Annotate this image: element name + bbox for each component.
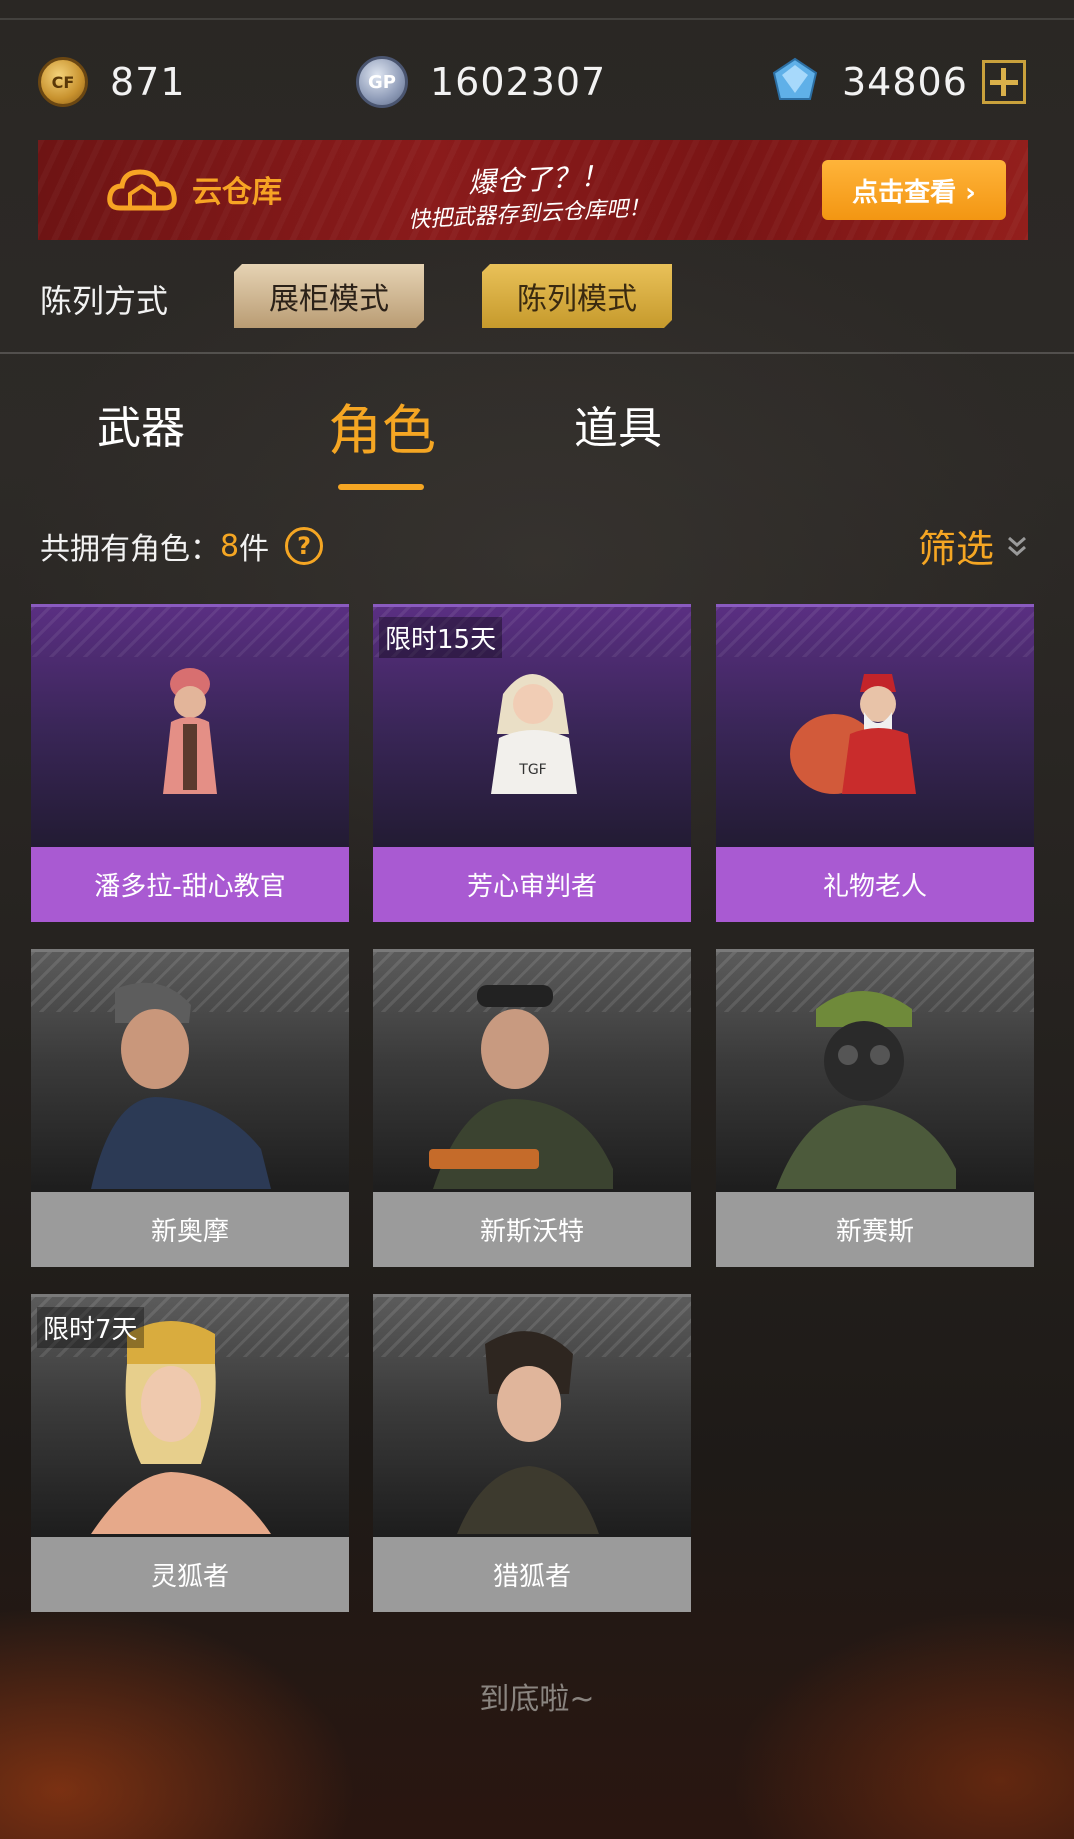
gp-amount: 1602307	[430, 60, 607, 104]
double-chevron-down-icon	[1006, 534, 1028, 558]
character-card-pandora[interactable]: 潘多拉-甜心教官	[31, 604, 349, 922]
character-card-gift-elder[interactable]: 礼物老人	[716, 604, 1034, 922]
character-name: 芳心审判者	[373, 847, 691, 922]
character-count: 共拥有角色： 8 件 ?	[40, 524, 324, 568]
count-unit: 件	[239, 532, 270, 567]
character-portrait	[91, 982, 271, 1189]
end-of-list-text: 到底啦~	[479, 1682, 595, 1717]
tab-weapons[interactable]: 武器	[97, 392, 185, 456]
gp-currency: GP 1602307	[356, 54, 606, 110]
character-art: TGF 限时15天	[373, 604, 691, 847]
count-number: 8	[220, 528, 240, 564]
character-art	[373, 949, 691, 1192]
help-icon[interactable]: ?	[285, 527, 324, 565]
filter-button[interactable]: 筛选	[918, 518, 1028, 573]
character-name: 猎狐者	[373, 1537, 691, 1612]
view-cloud-warehouse-button[interactable]: 点击查看 ›	[822, 160, 1006, 220]
cabinet-mode-button[interactable]: 展柜模式	[234, 264, 424, 328]
count-prefix: 共拥有角色：	[40, 532, 220, 567]
character-portrait	[429, 985, 613, 1189]
character-art: 限时7天	[31, 1294, 349, 1537]
character-portrait	[163, 668, 217, 794]
character-card-new-omo[interactable]: 新奥摩	[31, 949, 349, 1267]
section-divider	[0, 352, 1074, 354]
character-art	[31, 949, 349, 1192]
tab-characters[interactable]: 角色	[328, 386, 436, 465]
cloud-warehouse-banner[interactable]: 云仓库 爆仓了？！ 快把武器存到云仓库吧！ 点击查看 ›	[38, 140, 1028, 240]
tab-items[interactable]: 道具	[574, 392, 662, 456]
banner-message-line2: 快把武器存到云仓库吧！	[407, 195, 651, 234]
svg-text:TGF: TGF	[518, 762, 546, 778]
character-name: 新奥摩	[31, 1192, 349, 1267]
time-limit-tag: 限时15天	[379, 617, 503, 658]
banner-title: 云仓库	[192, 175, 282, 210]
arrangement-label: 陈列方式	[40, 282, 169, 320]
cloud-house-icon	[107, 169, 177, 211]
add-diamond-button[interactable]	[981, 60, 1026, 104]
character-art	[716, 949, 1034, 1192]
character-card-spirit-fox[interactable]: 限时7天 灵狐者	[31, 1294, 349, 1612]
character-name: 灵狐者	[31, 1537, 349, 1612]
diamond-amount: 34806	[842, 60, 968, 104]
active-tab-indicator	[338, 484, 424, 490]
filter-label: 筛选	[917, 527, 994, 571]
character-art	[716, 604, 1034, 847]
character-card-new-swat[interactable]: 新斯沃特	[373, 949, 691, 1267]
character-art	[31, 604, 349, 847]
character-name: 新斯沃特	[373, 1192, 691, 1267]
gp-coin-icon: GP	[356, 56, 408, 108]
character-name: 潘多拉-甜心教官	[31, 847, 349, 922]
cf-amount: 871	[110, 60, 186, 104]
character-name: 礼物老人	[716, 847, 1034, 922]
list-mode-button[interactable]: 陈列模式	[482, 264, 672, 328]
character-portrait	[457, 1331, 599, 1534]
character-name: 新赛斯	[716, 1192, 1034, 1267]
character-portrait	[776, 991, 956, 1189]
character-art	[373, 1294, 691, 1537]
diamond-icon	[770, 57, 820, 107]
cloud-warehouse-logo: 云仓库	[106, 162, 282, 216]
diamond-currency: 34806	[770, 54, 1026, 110]
character-card-fox-hunter[interactable]: 猎狐者	[373, 1294, 691, 1612]
character-card-new-seth[interactable]: 新赛斯	[716, 949, 1034, 1267]
time-limit-tag: 限时7天	[37, 1307, 144, 1348]
character-portrait	[790, 674, 916, 794]
character-card-heart-judge[interactable]: TGF 限时15天 芳心审判者	[373, 604, 691, 922]
cf-coin-icon: CF	[38, 57, 88, 107]
top-divider	[0, 18, 1074, 20]
cf-currency: CF 871	[38, 54, 186, 110]
